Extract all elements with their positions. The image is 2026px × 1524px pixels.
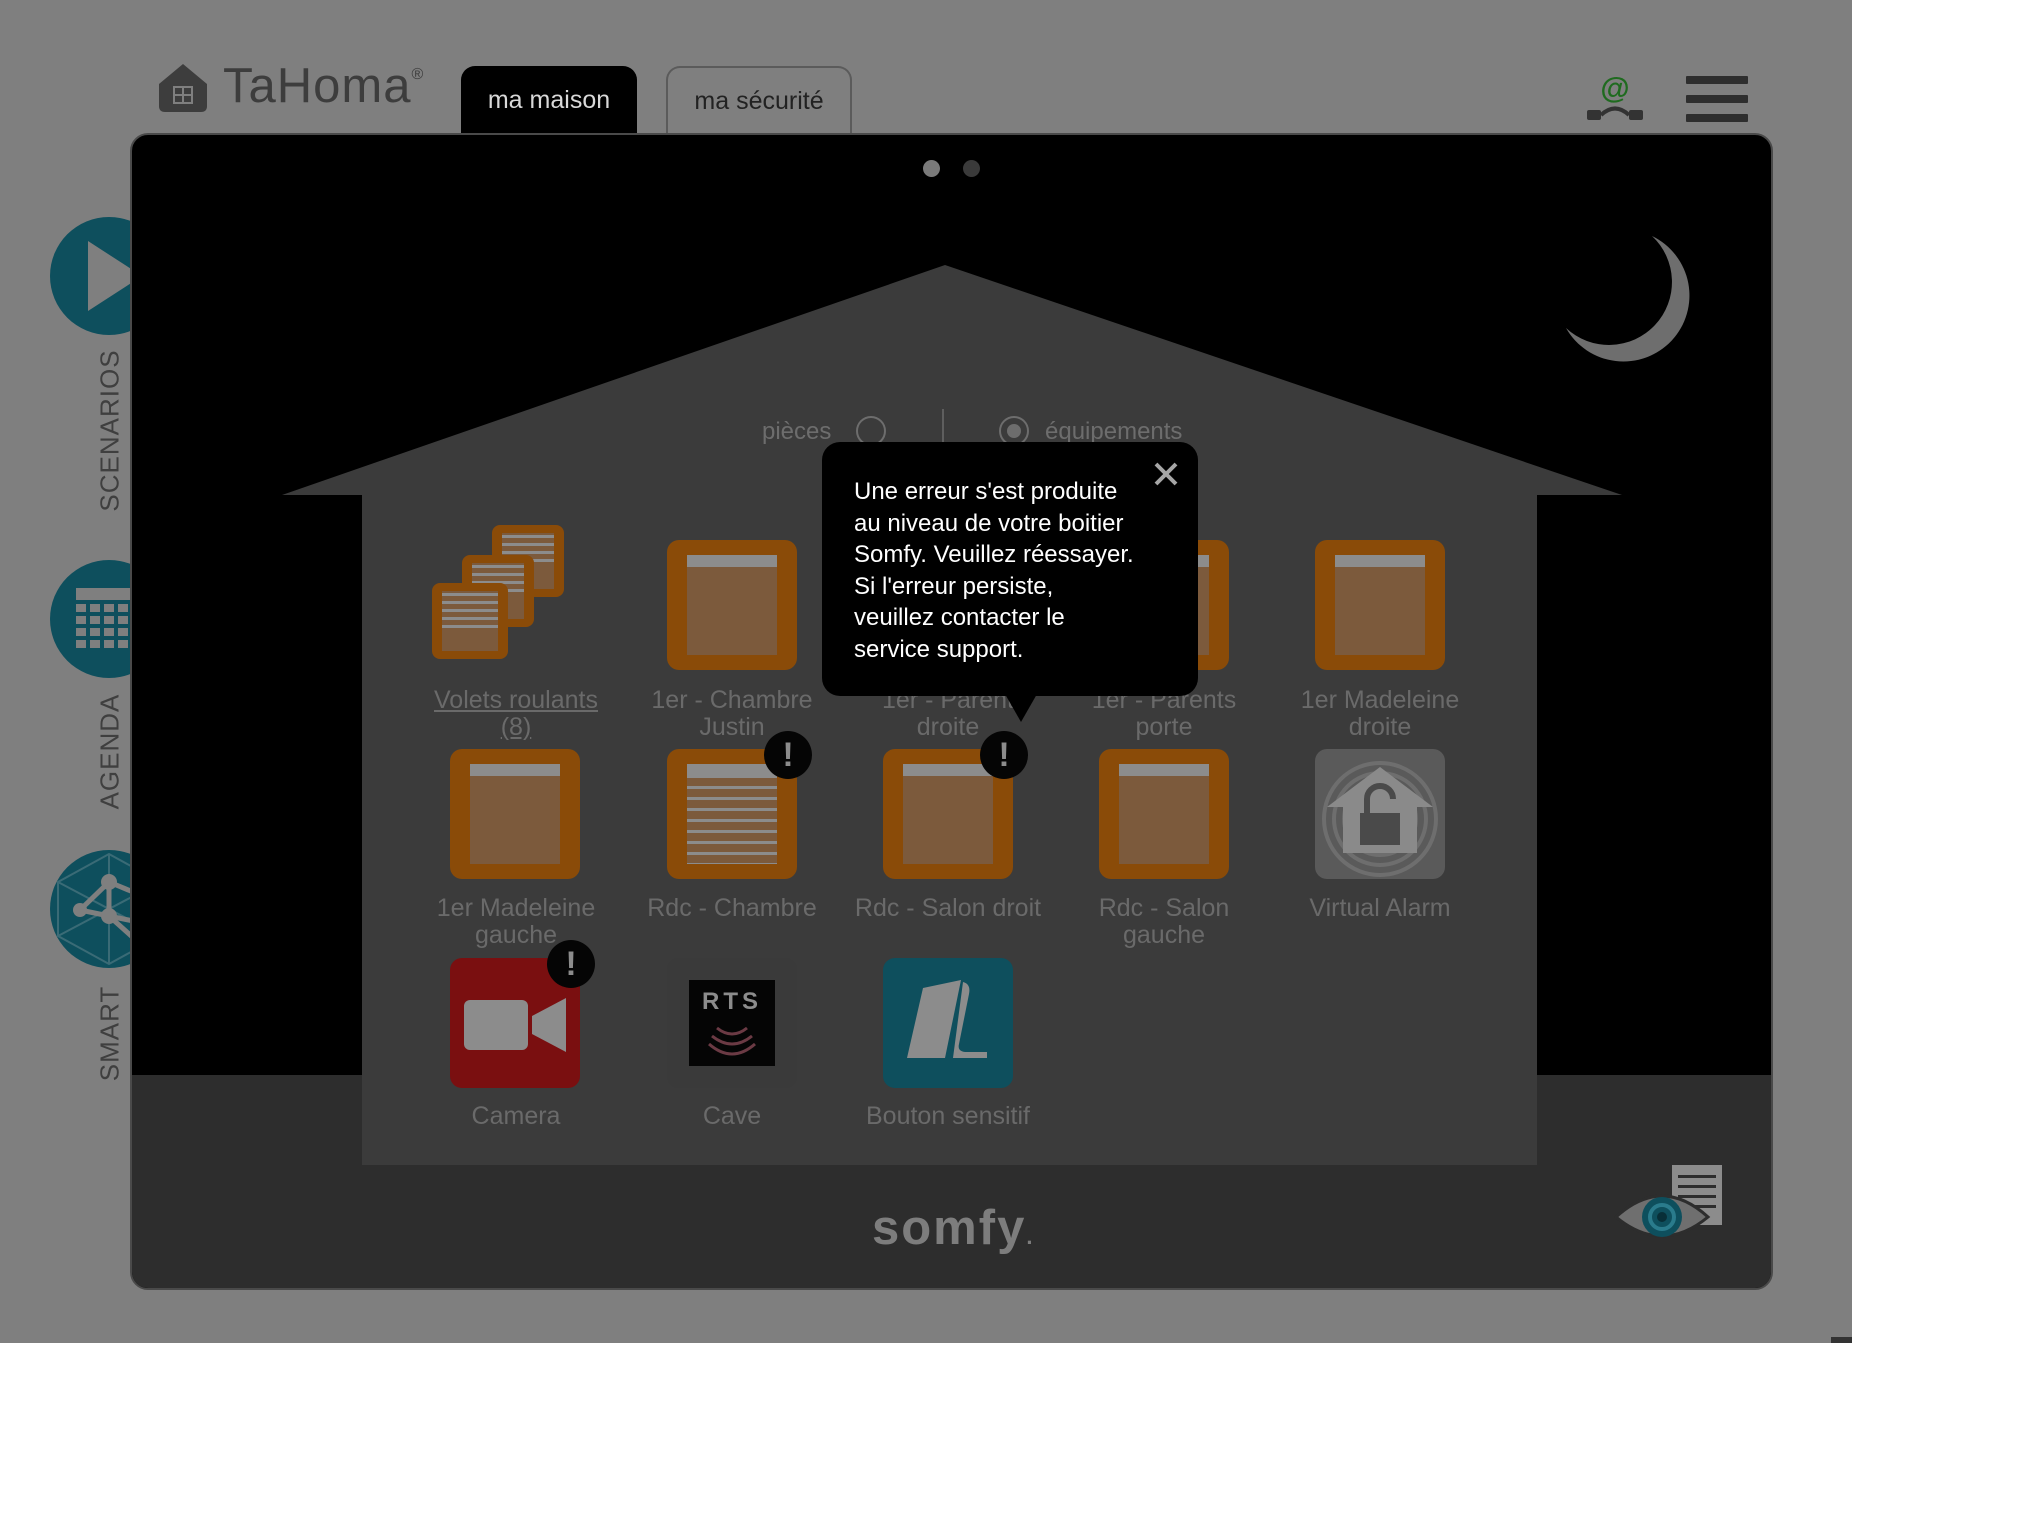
app-window: TaHoma® ma maison ma sécurité @ SCENARIO…	[0, 0, 1852, 1343]
sidebar-label-agenda: AGENDA	[94, 693, 125, 810]
somfy-logo: somfy.	[872, 1201, 1035, 1255]
page-indicator-1[interactable]	[923, 160, 940, 177]
tahoma-logo: TaHoma®	[223, 59, 425, 113]
device-tile-madeleine-gauche[interactable]	[450, 749, 580, 879]
page-indicator-2[interactable]	[963, 160, 980, 177]
device-label-madeleine-gauche[interactable]: 1er Madeleine gauche	[416, 895, 616, 949]
error-tooltip: Une erreur s'est produite au niveau de v…	[822, 442, 1198, 696]
hamburger-menu-icon[interactable]	[1686, 76, 1748, 122]
device-tile-chambre-justin[interactable]	[667, 540, 797, 670]
error-badge-camera[interactable]: !	[547, 940, 595, 988]
main-panel: pièces équipements Volets roulants (8) 1…	[130, 133, 1773, 1290]
device-label-virtual-alarm[interactable]: Virtual Alarm	[1280, 895, 1480, 922]
device-label-cave[interactable]: Cave	[632, 1103, 832, 1130]
device-label-salon-droit[interactable]: Rdc - Salon droit	[848, 895, 1048, 922]
device-tile-bouton-sensitif[interactable]	[883, 958, 1013, 1088]
device-tile-salon-gauche[interactable]	[1099, 749, 1229, 879]
device-tile-virtual-alarm[interactable]	[1315, 749, 1445, 879]
tahoma-logo-icon	[155, 60, 211, 116]
close-icon[interactable]	[1150, 458, 1182, 490]
at-connection-icon[interactable]: @	[1585, 72, 1645, 124]
device-label-camera[interactable]: Camera	[416, 1103, 616, 1130]
error-badge-salon-droit[interactable]: !	[980, 731, 1028, 779]
device-tile-madeleine-droite[interactable]	[1315, 540, 1445, 670]
alarm-padlock-icon	[1322, 761, 1438, 877]
rts-badge: RTS	[702, 988, 762, 1015]
device-label-chambre-justin[interactable]: 1er - Chambre Justin	[632, 687, 832, 741]
svg-text:@: @	[1600, 72, 1629, 105]
sidebar-label-scenarios: SCENARIOS	[94, 349, 125, 512]
device-label-bouton-sensitif[interactable]: Bouton sensitif	[848, 1103, 1048, 1130]
error-tooltip-pointer	[1005, 694, 1037, 722]
error-badge-rdc-chambre[interactable]: !	[764, 731, 812, 779]
device-label-volets-roulants[interactable]: Volets roulants (8)	[416, 687, 616, 741]
device-group-volets-icon[interactable]	[432, 525, 572, 660]
rts-remote-icon: RTS	[689, 980, 775, 1066]
touch-sensor-icon	[907, 980, 987, 1058]
device-label-rdc-chambre[interactable]: Rdc - Chambre	[632, 895, 832, 922]
device-tile-cave[interactable]: RTS	[667, 958, 797, 1088]
view-toggle-rooms-label[interactable]: pièces	[762, 418, 831, 446]
sidebar-label-smart: SMART	[94, 985, 125, 1082]
error-tooltip-message: Une erreur s'est produite au niveau de v…	[854, 478, 1134, 663]
tab-ma-securite[interactable]: ma sécurité	[666, 66, 852, 134]
device-label-salon-gauche[interactable]: Rdc - Salon gauche	[1064, 895, 1264, 949]
device-label-madeleine-droite[interactable]: 1er Madeleine droite	[1280, 687, 1480, 741]
corner-marker	[1831, 1337, 1852, 1343]
tab-ma-maison[interactable]: ma maison	[461, 66, 637, 134]
eye-document-icon[interactable]	[1612, 1165, 1732, 1255]
